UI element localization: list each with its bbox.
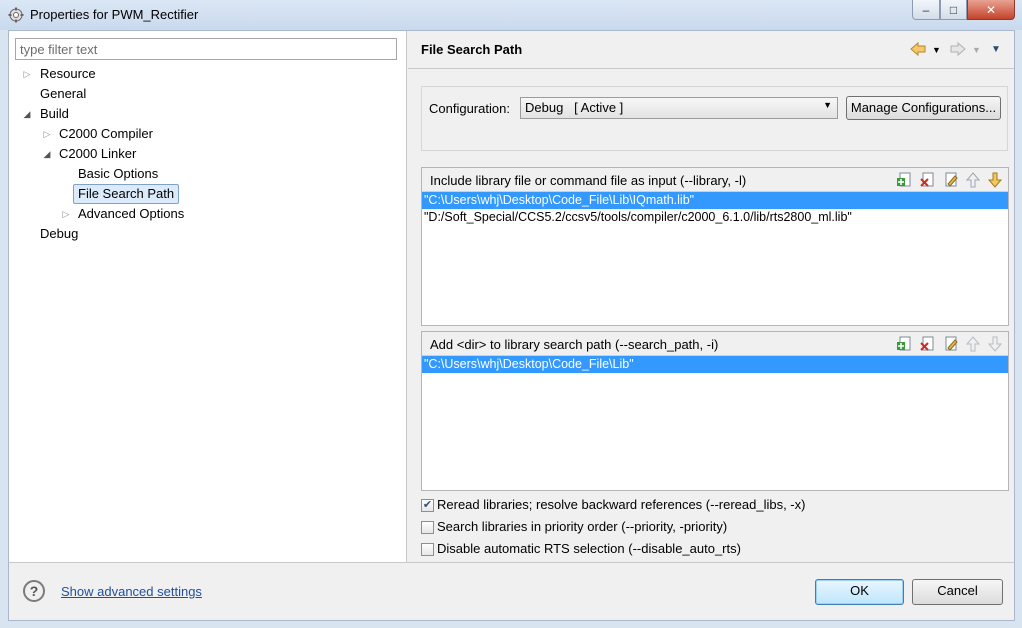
edit-icon[interactable]: [943, 172, 959, 188]
collapse-icon[interactable]: ◢: [22, 105, 32, 123]
reread-libraries-checkbox[interactable]: ✔: [421, 499, 434, 512]
manage-configurations-button[interactable]: Manage Configurations...: [846, 96, 1001, 120]
expand-icon[interactable]: ▷: [61, 205, 71, 223]
move-down-icon: [987, 336, 1003, 352]
tree-item-build[interactable]: Build: [37, 105, 72, 123]
page-title: File Search Path: [421, 42, 523, 57]
edit-icon[interactable]: [943, 336, 959, 352]
back-dropdown-icon[interactable]: ▼: [932, 42, 941, 58]
header-divider: [408, 68, 1014, 69]
tree-item-resource[interactable]: Resource: [37, 65, 99, 83]
tree-item-basic-options[interactable]: Basic Options: [75, 165, 161, 183]
configuration-group: Configuration: Debug [ Active ] ▼ Manage…: [421, 86, 1008, 151]
cancel-button[interactable]: Cancel: [912, 579, 1003, 605]
priority-order-label: Search libraries in priority order (--pr…: [437, 519, 728, 534]
tree-item-advanced-options[interactable]: Advanced Options: [75, 205, 187, 223]
reread-libraries-label: Reread libraries; resolve backward refer…: [437, 497, 806, 512]
library-list-item[interactable]: "D:/Soft_Special/CCS5.2/ccsv5/tools/comp…: [422, 209, 1008, 226]
filter-input[interactable]: [15, 38, 397, 60]
move-down-icon[interactable]: [987, 172, 1003, 188]
close-button[interactable]: ✕: [967, 0, 1015, 20]
delete-icon[interactable]: [920, 336, 936, 352]
disable-rts-label: Disable automatic RTS selection (--disab…: [437, 541, 741, 556]
configuration-select[interactable]: Debug [ Active ] ▼: [520, 97, 838, 119]
search-path-list-header: Add <dir> to library search path (--sear…: [422, 332, 1008, 356]
search-path-list-group: Add <dir> to library search path (--sear…: [421, 331, 1009, 491]
tree-item-general[interactable]: General: [37, 85, 89, 103]
configuration-label: Configuration:: [429, 101, 510, 116]
configuration-value: Debug [ Active ]: [525, 100, 624, 115]
delete-icon[interactable]: [920, 172, 936, 188]
maximize-icon: □: [949, 2, 958, 17]
help-icon[interactable]: ?: [23, 580, 45, 602]
maximize-button[interactable]: □: [940, 0, 967, 20]
move-up-icon[interactable]: [965, 172, 981, 188]
content-pane: File Search Path ▼ ▼ ▼ Configuration: De…: [408, 31, 1014, 562]
minimize-icon: –: [922, 2, 930, 17]
forward-arrow-icon: [950, 41, 966, 57]
library-list-header: Include library file or command file as …: [422, 168, 1008, 192]
disable-rts-checkbox[interactable]: [421, 543, 434, 556]
search-path-list-item[interactable]: "C:\Users\whj\Desktop\Code_File\Lib": [422, 356, 1008, 373]
show-advanced-settings-link[interactable]: Show advanced settings: [61, 584, 202, 599]
collapse-icon[interactable]: ◢: [42, 145, 52, 163]
properties-icon: [8, 7, 24, 23]
navigation-pane: ▷ Resource General ◢ Build ▷ C2000 Compi…: [9, 31, 407, 562]
add-icon[interactable]: [897, 336, 913, 352]
window-title: Properties for PWM_Rectifier: [30, 7, 199, 22]
ok-button[interactable]: OK: [815, 579, 904, 605]
back-arrow-icon[interactable]: [910, 41, 926, 57]
tree-item-debug[interactable]: Debug: [37, 225, 81, 243]
add-icon[interactable]: [897, 172, 913, 188]
library-list-label: Include library file or command file as …: [430, 173, 747, 188]
search-path-list-label: Add <dir> to library search path (--sear…: [430, 337, 719, 352]
tree-item-c2000-linker[interactable]: C2000 Linker: [56, 145, 139, 163]
view-menu-icon[interactable]: ▼: [991, 42, 1001, 58]
expand-icon[interactable]: ▷: [22, 65, 32, 83]
expand-icon[interactable]: ▷: [42, 125, 52, 143]
tree-item-file-search-path[interactable]: File Search Path: [73, 184, 180, 204]
footer-divider: [9, 562, 1014, 563]
library-list-group: Include library file or command file as …: [421, 167, 1009, 326]
title-bar: Properties for PWM_Rectifier – □ ✕: [0, 0, 1022, 30]
close-icon: ✕: [985, 2, 997, 17]
move-up-icon: [965, 336, 981, 352]
priority-order-checkbox[interactable]: [421, 521, 434, 534]
minimize-button[interactable]: –: [912, 0, 940, 20]
chevron-down-icon: ▼: [823, 100, 832, 110]
library-list-item[interactable]: "C:\Users\whj\Desktop\Code_File\Lib\IQma…: [422, 192, 1008, 209]
forward-dropdown-icon: ▼: [972, 45, 981, 55]
tree-item-c2000-compiler[interactable]: C2000 Compiler: [56, 125, 156, 143]
properties-dialog: ▷ Resource General ◢ Build ▷ C2000 Compi…: [8, 30, 1015, 621]
